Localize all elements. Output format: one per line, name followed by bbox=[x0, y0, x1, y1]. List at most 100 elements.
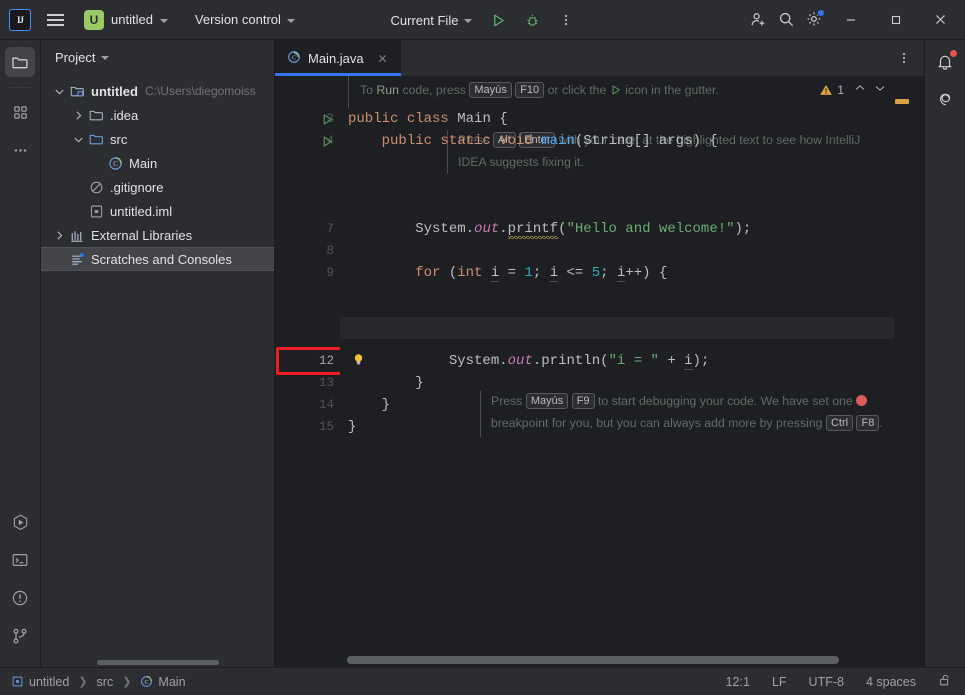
code-token: i bbox=[490, 265, 500, 282]
left-rail-bottom bbox=[5, 507, 35, 667]
version-control-widget[interactable]: Version control bbox=[189, 9, 301, 30]
indent-setting[interactable]: 4 spaces bbox=[863, 673, 919, 691]
code-token: 5 bbox=[591, 265, 601, 281]
line-number-text: 15 bbox=[318, 420, 334, 434]
problems-tool-window-button[interactable] bbox=[5, 583, 35, 613]
chevron-right-icon[interactable] bbox=[70, 110, 87, 121]
warning-stripe-marker[interactable] bbox=[895, 99, 909, 104]
close-icon[interactable] bbox=[375, 50, 391, 66]
unlocked-padlock-icon[interactable] bbox=[935, 671, 955, 692]
tree-node-main[interactable]: C Main bbox=[41, 151, 274, 175]
tree-node-gitignore[interactable]: .gitignore bbox=[41, 175, 274, 199]
editor-vertical-scrollbar[interactable] bbox=[910, 76, 924, 653]
ai-assistant-button[interactable] bbox=[930, 85, 960, 115]
more-vertical-icon[interactable] bbox=[890, 44, 918, 72]
chevron-down-icon[interactable] bbox=[70, 134, 87, 145]
search-icon[interactable] bbox=[772, 6, 800, 34]
tree-node-untitled[interactable]: untitled C:\Users\diegomoiss bbox=[41, 79, 274, 103]
run-configuration-selector[interactable]: Current File bbox=[385, 10, 479, 31]
close-icon[interactable] bbox=[918, 0, 963, 40]
code-line[interactable]: } bbox=[340, 372, 894, 394]
gutter-run-icon[interactable] bbox=[318, 132, 336, 150]
code-token: Main bbox=[457, 111, 491, 127]
breadcrumb-separator: ❯ bbox=[122, 676, 132, 688]
code-token: } bbox=[381, 397, 391, 413]
left-tool-rail bbox=[0, 40, 41, 667]
editor-error-stripe[interactable] bbox=[894, 76, 910, 653]
add-user-icon[interactable] bbox=[744, 6, 772, 34]
maximize-icon[interactable] bbox=[873, 0, 918, 40]
module-folder-icon bbox=[68, 84, 87, 99]
iml-file-icon bbox=[87, 204, 106, 219]
editor-tab-main-java[interactable]: C Main.java bbox=[275, 40, 401, 76]
tree-node-idea[interactable]: .idea bbox=[41, 103, 274, 127]
notifications-button[interactable] bbox=[930, 47, 960, 77]
breadcrumb-label: Main bbox=[158, 674, 186, 689]
tree-node-label: External Libraries bbox=[91, 227, 193, 243]
code-token: <= bbox=[558, 265, 592, 281]
project-widget[interactable]: U untitled bbox=[77, 7, 175, 33]
breadcrumb-item[interactable]: untitled bbox=[8, 673, 72, 691]
intellij-logo-icon: IJ bbox=[9, 8, 31, 31]
tree-node-label: Main bbox=[129, 155, 158, 171]
project-tree-horizontal-scrollbar[interactable] bbox=[41, 657, 274, 667]
code-token: ( bbox=[600, 353, 609, 369]
chevron-down-icon[interactable] bbox=[101, 56, 110, 60]
run-tool-window-button[interactable] bbox=[5, 507, 35, 537]
code-token: = bbox=[499, 265, 525, 281]
breadcrumb: untitled ❯ src ❯ C Main bbox=[8, 673, 189, 691]
code-line[interactable]: } bbox=[340, 394, 894, 416]
code-token: 1 bbox=[524, 265, 533, 281]
editor-area: C Main.java 3 4 7 8 9 12 13 14 15 To Run… bbox=[275, 40, 924, 667]
debug-bug-icon[interactable] bbox=[518, 6, 546, 34]
code-line[interactable]: for (int i = 1; i <= 5; i++) { bbox=[340, 262, 894, 284]
code-token: static bbox=[440, 133, 500, 149]
logo-text: IJ bbox=[16, 14, 24, 25]
code-line[interactable]: System.out.printf("Hello and welcome!"); bbox=[340, 218, 894, 240]
code-line[interactable]: System.out.println("i = " + i); bbox=[340, 350, 894, 372]
editor-gutter[interactable]: 3 4 7 8 9 12 13 14 15 bbox=[275, 76, 363, 653]
tree-node-src[interactable]: src bbox=[41, 127, 274, 151]
caret-position[interactable]: 12:1 bbox=[723, 673, 753, 691]
code-canvas[interactable]: To Run code, press Mayús F10 or click th… bbox=[340, 76, 894, 653]
project-panel-header[interactable]: Project bbox=[41, 40, 274, 74]
chevron-right-icon[interactable] bbox=[51, 230, 68, 241]
editor-horizontal-scrollbar[interactable] bbox=[275, 653, 924, 667]
code-token: ); bbox=[734, 221, 752, 237]
java-class-icon: C bbox=[287, 50, 301, 67]
project-tool-window-button[interactable] bbox=[5, 47, 35, 77]
code-line[interactable]: public class Main { bbox=[340, 108, 894, 130]
tree-node-scratches-and-consoles[interactable]: Scratches and Consoles bbox=[41, 247, 274, 271]
tree-node-untitled-iml[interactable]: untitled.iml bbox=[41, 199, 274, 223]
gear-icon[interactable] bbox=[800, 6, 828, 34]
structure-tool-window-button[interactable] bbox=[5, 97, 35, 127]
terminal-tool-window-button[interactable] bbox=[5, 545, 35, 575]
chevron-down-icon[interactable] bbox=[51, 86, 68, 97]
code-token: public bbox=[381, 133, 441, 149]
breadcrumb-label: untitled bbox=[29, 674, 70, 689]
line-number: 7 bbox=[275, 218, 340, 240]
line-separator[interactable]: LF bbox=[769, 673, 790, 691]
code-line[interactable]: } bbox=[340, 416, 894, 438]
encoding[interactable]: UTF-8 bbox=[806, 673, 847, 691]
version-control-tool-window-button[interactable] bbox=[5, 621, 35, 651]
breadcrumb-item[interactable]: src bbox=[94, 673, 117, 691]
code-token: } bbox=[348, 419, 357, 435]
line-number-text: 7 bbox=[326, 222, 334, 236]
more-vertical-icon[interactable] bbox=[552, 6, 580, 34]
folder-icon bbox=[87, 108, 106, 123]
code-token: println bbox=[541, 353, 601, 369]
gutter-run-icon[interactable] bbox=[318, 110, 336, 128]
hamburger-menu-icon[interactable] bbox=[41, 6, 69, 34]
run-configuration-label: Current File bbox=[390, 12, 459, 28]
breadcrumb-item[interactable]: C Main bbox=[137, 673, 188, 691]
code-token: System bbox=[448, 353, 500, 369]
code-line[interactable]: public static void main(String[] args) { bbox=[340, 130, 894, 152]
tree-node-label: src bbox=[110, 131, 128, 147]
run-play-icon[interactable] bbox=[484, 6, 512, 34]
minimize-icon[interactable] bbox=[828, 0, 873, 40]
intention-bulb-icon[interactable] bbox=[351, 352, 369, 370]
more-tool-windows-button[interactable] bbox=[5, 135, 35, 165]
tree-node-external-libraries[interactable]: External Libraries bbox=[41, 223, 274, 247]
